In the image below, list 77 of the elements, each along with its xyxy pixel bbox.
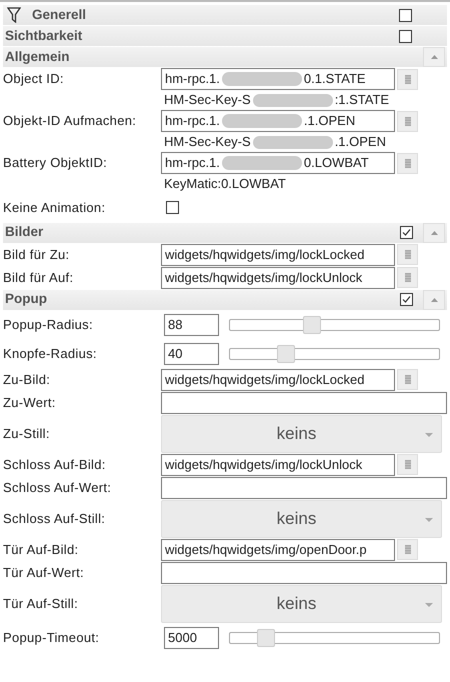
browse-button[interactable]	[397, 369, 418, 390]
input-field[interactable]: widgets/hqwidgets/img/openDoor.p	[161, 538, 395, 560]
collapse-button[interactable]	[423, 290, 445, 310]
browse-button[interactable]	[397, 110, 418, 132]
browse-button[interactable]	[397, 244, 418, 265]
checkbox[interactable]	[400, 226, 413, 239]
input-field[interactable]: widgets/hqwidgets/img/lockUnlock	[161, 454, 395, 476]
list-icon	[404, 116, 410, 126]
field-label: Tür Auf-Bild:	[3, 540, 80, 559]
field-label: Zu-Still:	[3, 424, 51, 443]
caret-icon	[425, 602, 433, 606]
field-label: Keine Animation:	[3, 199, 106, 217]
input-field[interactable]: hm-rpc.1. 0.LOWBAT	[161, 152, 395, 174]
checkbox[interactable]	[400, 293, 413, 306]
caret-icon	[430, 230, 438, 234]
browse-button[interactable]	[397, 152, 418, 174]
list-icon	[404, 545, 410, 554]
select-dropdown[interactable]: keins	[161, 414, 442, 452]
section-title: Sichtbarkeit	[5, 26, 82, 45]
slider-thumb[interactable]	[302, 316, 320, 334]
caret-icon	[425, 518, 433, 522]
input-field[interactable]	[161, 476, 447, 498]
checkbox[interactable]	[399, 30, 412, 42]
input-field[interactable]: hm-rpc.1. 0.1.STATE	[161, 68, 395, 90]
browse-button[interactable]	[397, 454, 418, 475]
caret-icon	[430, 55, 438, 59]
list-icon	[404, 273, 410, 282]
browse-button[interactable]	[397, 539, 418, 560]
slider-thumb[interactable]	[277, 344, 296, 362]
select-dropdown[interactable]: keins	[161, 584, 442, 622]
field-label: Bild für Auf:	[3, 268, 74, 287]
input-field[interactable]: 40	[164, 342, 219, 364]
field-label: Objekt-ID Aufmachen:	[3, 112, 138, 130]
checkbox[interactable]	[166, 201, 179, 214]
field-label: Bild für Zu:	[3, 246, 70, 264]
field-label: Zu-Wert:	[3, 394, 57, 412]
object-name: HM-Sec-Key-S :1.STATE	[164, 91, 390, 110]
collapse-button[interactable]	[423, 47, 445, 67]
browse-button[interactable]	[397, 267, 418, 288]
list-icon	[404, 250, 410, 259]
select-dropdown[interactable]: keins	[161, 500, 442, 538]
checkbox[interactable]	[399, 8, 412, 22]
object-name: HM-Sec-Key-S .1.OPEN	[164, 133, 386, 152]
field-label: Object ID:	[3, 70, 65, 88]
input-field[interactable]	[161, 562, 447, 584]
field-label: Tür Auf-Wert:	[3, 564, 85, 582]
list-icon	[404, 375, 410, 384]
field-label: Schloss Auf-Still:	[3, 510, 106, 528]
input-field[interactable]: 5000	[164, 626, 219, 648]
field-label: Popup-Radius:	[3, 316, 94, 334]
slider-thumb[interactable]	[256, 628, 275, 646]
caret-icon	[430, 298, 438, 302]
field-label: Knopfe-Radius:	[3, 344, 98, 363]
section-title: Generell	[32, 6, 86, 24]
field-label: Popup-Timeout:	[3, 628, 100, 647]
field-label: Battery ObjektID:	[3, 154, 108, 172]
browse-button[interactable]	[397, 68, 418, 90]
list-icon	[404, 460, 410, 469]
list-icon	[404, 158, 410, 168]
input-field[interactable]: widgets/hqwidgets/img/lockUnlock	[161, 266, 395, 288]
field-label: Schloss Auf-Wert:	[3, 478, 112, 497]
section-title: Allgemein	[5, 48, 70, 66]
input-field[interactable]: hm-rpc.1. .1.OPEN	[161, 110, 395, 132]
object-name: KeyMatic:0.LOWBAT	[164, 175, 286, 194]
input-field[interactable]: widgets/hqwidgets/img/lockLocked	[161, 244, 395, 266]
field-label: Tür Auf-Still:	[3, 594, 79, 613]
caret-icon	[425, 432, 433, 436]
filter-icon[interactable]	[7, 7, 21, 23]
field-label: Zu-Bild:	[3, 370, 52, 389]
input-field[interactable]: widgets/hqwidgets/img/lockLocked	[161, 368, 395, 390]
field-label: Schloss Auf-Bild:	[3, 456, 107, 474]
list-icon	[404, 74, 410, 84]
input-field[interactable]: 88	[164, 314, 219, 336]
collapse-button[interactable]	[423, 222, 445, 242]
section-title: Bilder	[5, 223, 44, 242]
input-field[interactable]	[161, 392, 447, 414]
section-title: Popup	[5, 290, 47, 308]
